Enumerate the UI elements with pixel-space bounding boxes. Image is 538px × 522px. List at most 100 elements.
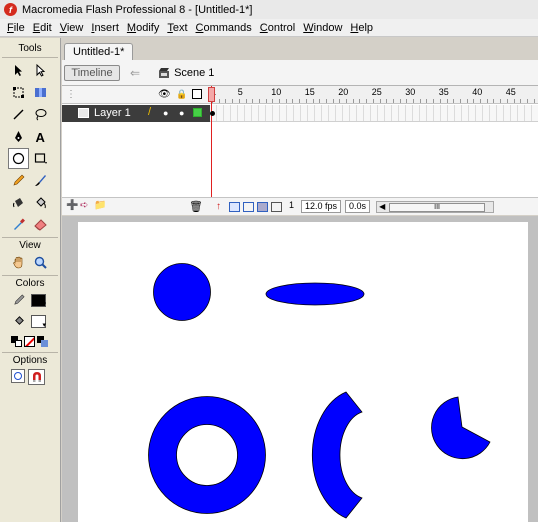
ruler-tick — [359, 99, 361, 103]
frame-rate-value[interactable]: 12.0 fps — [301, 200, 342, 213]
layer-header: ⋮ 👁 🔒 — [62, 86, 210, 104]
ruler-label: 45 — [505, 87, 516, 97]
layer-name[interactable]: Layer 1 — [94, 107, 131, 119]
back-arrow-icon[interactable]: ⇐ — [130, 66, 140, 80]
blue-arc-c-shape[interactable] — [311, 391, 363, 519]
show-hide-layers-icon[interactable]: 👁 — [158, 89, 171, 100]
lock-dot[interactable]: ● — [179, 108, 184, 118]
edit-multiple-frames-icon[interactable] — [257, 201, 268, 212]
blue-circle-shape[interactable] — [153, 263, 211, 321]
ruler-tick — [325, 99, 327, 103]
ruler-tick — [399, 99, 401, 103]
menu-text[interactable]: Text — [164, 22, 192, 34]
ruler-tick — [513, 99, 515, 103]
menu-bar: File Edit View Insert Modify Text Comman… — [0, 19, 538, 37]
svg-text:A: A — [36, 130, 46, 144]
blue-ellipse-shape[interactable] — [265, 282, 365, 306]
pen-tool-icon[interactable] — [8, 126, 29, 147]
gradient-transform-tool-icon[interactable] — [30, 82, 51, 103]
outline-layers-icon[interactable] — [192, 89, 202, 99]
no-color-icon[interactable] — [24, 335, 35, 347]
black-white-icon[interactable] — [11, 335, 22, 347]
center-frame-icon[interactable]: ↑ — [216, 201, 221, 212]
menu-edit[interactable]: Edit — [30, 22, 57, 34]
brush-tool-icon[interactable] — [30, 170, 51, 191]
timeline-toggle-button[interactable]: Timeline — [64, 64, 120, 81]
modify-onion-markers-icon[interactable] — [271, 201, 282, 212]
tools-title: Tools — [18, 43, 42, 54]
paint-bucket-tool-icon[interactable] — [30, 192, 51, 213]
line-tool-icon[interactable] — [8, 104, 29, 125]
ruler-tick — [352, 99, 354, 103]
timeline-horizontal-scrollbar[interactable]: ◀ III — [376, 200, 495, 213]
fill-color-swatch[interactable]: ▾ — [31, 314, 46, 329]
pencil-tool-icon[interactable] — [8, 170, 29, 191]
hand-tool-icon[interactable] — [8, 252, 29, 273]
add-motion-guide-icon[interactable]: ➪ — [80, 200, 88, 211]
menu-insert[interactable]: Insert — [88, 22, 124, 34]
lasso-tool-icon[interactable] — [30, 104, 51, 125]
stroke-color-swatch[interactable]: ▾ — [31, 293, 46, 308]
menu-view[interactable]: View — [57, 22, 89, 34]
ruler-tick — [366, 99, 368, 103]
menu-control[interactable]: Control — [257, 22, 300, 34]
scene-label[interactable]: Scene 1 — [174, 67, 214, 79]
menu-window[interactable]: Window — [300, 22, 347, 34]
ruler-tick — [506, 99, 508, 103]
edit-pencil-icon: / — [148, 106, 152, 118]
snap-to-objects-icon[interactable] — [28, 369, 45, 385]
object-drawing-icon[interactable] — [11, 369, 25, 383]
scroll-thumb[interactable]: III — [389, 202, 486, 212]
ruler-tick — [419, 99, 421, 103]
flash-app-icon[interactable]: f — [4, 3, 17, 16]
grip-icon[interactable]: ⋮ — [66, 89, 76, 100]
menu-modify[interactable]: Modify — [124, 22, 164, 34]
ruler-tick — [218, 99, 220, 103]
free-transform-tool-icon[interactable] — [8, 82, 29, 103]
blue-pie-pacman-shape[interactable] — [431, 396, 491, 459]
subselection-tool-icon[interactable] — [30, 60, 51, 81]
zoom-tool-icon[interactable] — [30, 252, 51, 273]
keyframe-dot[interactable] — [210, 111, 215, 116]
oval-tool-icon[interactable] — [8, 148, 29, 169]
insert-layer-icon[interactable]: ➕ — [66, 200, 78, 211]
lock-layers-icon[interactable]: 🔒 — [176, 89, 187, 100]
ink-bottle-tool-icon[interactable] — [8, 192, 29, 213]
blue-ring-shape[interactable] — [148, 396, 266, 514]
swap-colors-icon[interactable] — [37, 335, 48, 347]
menu-help[interactable]: Help — [347, 22, 378, 34]
title-bar: f Macromedia Flash Professional 8 - [Unt… — [0, 0, 538, 19]
text-tool-icon[interactable]: A — [30, 126, 51, 147]
timeline-status-bar: ↑ 1 12.0 fps 0.0s ◀ III — [210, 197, 538, 215]
outline-color-square[interactable] — [193, 108, 202, 117]
stage-area — [62, 216, 538, 522]
selection-tool-icon[interactable] — [8, 60, 29, 81]
document-tab[interactable]: Untitled-1* — [64, 43, 134, 60]
document-area: Untitled-1* Timeline ⇐ Scene 1 ⋮ 👁 🔒 151… — [62, 38, 538, 522]
ruler-tick — [305, 99, 307, 103]
eyedropper-tool-icon[interactable] — [8, 214, 29, 235]
layer-row[interactable]: Layer 1 / ● ● — [62, 105, 210, 122]
ruler-tick — [520, 99, 522, 103]
ruler-tick — [299, 99, 301, 103]
visibility-dot[interactable]: ● — [163, 108, 168, 118]
scroll-left-arrow-icon[interactable]: ◀ — [379, 202, 385, 211]
ruler-tick — [245, 99, 247, 103]
window-title: Macromedia Flash Professional 8 - [Untit… — [22, 3, 253, 16]
stroke-color-row: ▾ — [0, 290, 60, 310]
eraser-tool-icon[interactable] — [30, 214, 51, 235]
menu-file[interactable]: File — [4, 22, 30, 34]
ruler-tick — [379, 99, 381, 103]
rectangle-tool-icon[interactable] — [30, 148, 51, 169]
menu-commands[interactable]: Commands — [193, 22, 257, 34]
fill-color-row: ▾ — [0, 310, 60, 332]
insert-folder-icon[interactable]: 📁 — [94, 200, 106, 211]
frame-ruler[interactable]: 15101520253035404550 — [210, 86, 538, 104]
frame-row[interactable] — [210, 105, 538, 122]
onion-skin-icon[interactable] — [229, 201, 240, 212]
stage[interactable] — [78, 222, 528, 522]
ruler-tick — [232, 99, 234, 103]
playhead-handle[interactable] — [208, 87, 215, 102]
onion-skin-outlines-icon[interactable] — [243, 201, 254, 212]
delete-layer-icon[interactable]: 🗑 — [189, 200, 203, 213]
